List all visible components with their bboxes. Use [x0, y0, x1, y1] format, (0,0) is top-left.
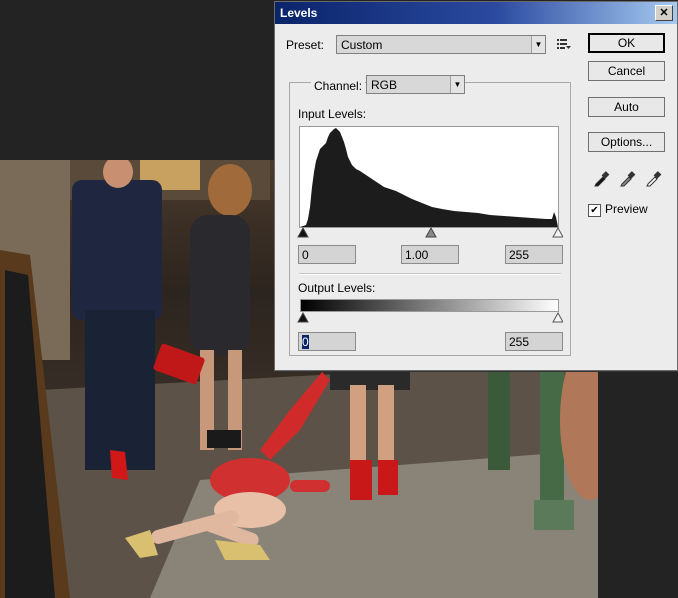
- dialog-title: Levels: [280, 6, 318, 20]
- checkmark-icon: ✔: [590, 205, 599, 216]
- output-black-value: 0: [302, 335, 309, 349]
- input-black-point-handle: [297, 227, 309, 238]
- input-white-field[interactable]: 255: [505, 245, 563, 264]
- separator: [299, 273, 561, 275]
- output-gradient-bar: [300, 299, 559, 312]
- input-gamma-field[interactable]: 1.00: [401, 245, 459, 264]
- options-button[interactable]: Options...: [588, 132, 665, 152]
- preset-label: Preset:: [286, 38, 325, 52]
- histogram: [299, 126, 559, 228]
- preview-checkbox[interactable]: ✔: [588, 204, 601, 217]
- title-bar[interactable]: Levels ✕: [275, 2, 677, 24]
- preset-options-icon[interactable]: [557, 38, 571, 50]
- levels-dialog: Levels ✕ Preset: Custom ▼ Channel: RGB ▼…: [274, 1, 678, 371]
- close-icon: ✕: [659, 7, 669, 19]
- channel-value: RGB: [371, 78, 398, 92]
- input-levels-slider[interactable]: [297, 227, 563, 239]
- dropdown-arrow-icon: ▼: [531, 36, 545, 53]
- white-point-eyedropper-icon[interactable]: [645, 169, 663, 187]
- preset-value: Custom: [341, 38, 383, 52]
- black-point-eyedropper-icon[interactable]: [593, 169, 611, 187]
- input-white-point-handle: [552, 227, 563, 238]
- output-levels-slider[interactable]: [297, 312, 563, 324]
- channel-label: Channel:: [311, 79, 366, 93]
- auto-button[interactable]: Auto: [588, 97, 665, 117]
- dropdown-arrow-icon: ▼: [450, 76, 464, 93]
- output-black-field[interactable]: 0: [298, 332, 356, 351]
- histogram-graph: [300, 128, 558, 227]
- ok-button[interactable]: OK: [588, 33, 665, 53]
- input-levels-label: Input Levels:: [298, 107, 367, 121]
- output-black-point-handle: [297, 312, 309, 323]
- close-button[interactable]: ✕: [655, 5, 673, 21]
- output-levels-label: Output Levels:: [298, 281, 376, 295]
- preview-label: Preview: [605, 202, 648, 216]
- cancel-button[interactable]: Cancel: [588, 61, 665, 81]
- output-white-point-handle: [552, 312, 563, 323]
- output-white-field[interactable]: 255: [505, 332, 563, 351]
- gray-point-eyedropper-icon[interactable]: [619, 169, 637, 187]
- preset-dropdown[interactable]: Custom ▼: [336, 35, 546, 54]
- input-gamma-handle: [425, 227, 437, 238]
- channel-dropdown[interactable]: RGB ▼: [366, 75, 465, 94]
- input-black-field[interactable]: 0: [298, 245, 356, 264]
